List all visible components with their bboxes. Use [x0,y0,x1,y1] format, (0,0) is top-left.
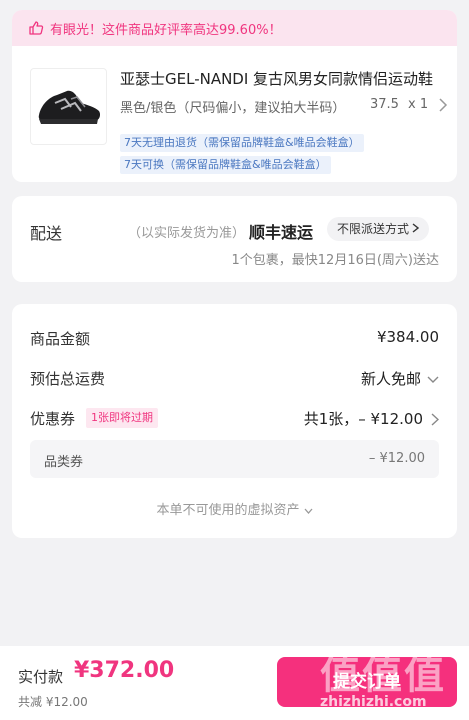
chevron-right-icon[interactable] [438,98,448,112]
product-image[interactable] [30,68,107,145]
coupon-row[interactable]: 共1张，– ¥12.00 [304,408,439,429]
sneaker-image [38,90,101,124]
goods-amount-label: 商品金额 [30,330,91,348]
submit-order-button[interactable]: 提交订单 [277,657,457,707]
delivery-method-button[interactable]: 不限派送方式 [327,217,430,241]
shipping-fee-label: 预估总运费 [30,370,106,388]
coupon-label: 优惠券 [30,410,76,428]
exchange-policy-tag: 7天可换（需保留品牌鞋盒&唯品会鞋盒） [120,156,331,174]
chevron-right-icon [431,413,439,426]
coupon-value: 共1张，– ¥12.00 [303,410,423,428]
delivery-label: 配送 [30,224,63,243]
product-title[interactable]: 亚瑟士GEL-NANDI 复古风男女同款情侣运动鞋 [120,68,450,89]
delivery-note: （以实际发货为准） [128,226,246,241]
discount-total: 共减 ¥12.00 [18,695,88,709]
pay-label: 实付款 [18,668,64,686]
praise-text: 有眼光！这件商品好评率高达99.60%！ [50,22,282,38]
goods-amount-value: ¥384.00 [376,328,439,346]
chevron-down-icon [304,508,312,514]
delivery-eta: 1个包裹，最快12月16日(周六)送达 [231,253,440,268]
pay-amount: ¥372.00 [74,658,175,683]
delivery-card: 配送 （以实际发货为准） 顺丰速运 不限派送方式 1个包裹，最快12月16日(周… [12,196,457,282]
virtual-assets-label: 本单不可使用的虚拟资产 [156,503,300,518]
chevron-down-icon [427,376,439,383]
category-coupon-value: – ¥12.00 [368,451,425,466]
category-coupon-row: 品类券 – ¥12.00 [30,440,439,478]
delivery-method-label: 不限派送方式 [337,222,410,236]
coupon-expire-badge: 1张即将过期 [86,408,158,428]
praise-banner: 有眼光！这件商品好评率高达99.60%！ [12,10,457,46]
price-card: 商品金额 ¥384.00 预估总运费 新人免邮 优惠券 1张即将过期 共1张，–… [12,304,457,538]
shipping-fee-value: 新人免邮 [360,370,421,388]
product-size: 37.5 [370,97,399,112]
product-spec: 黑色/银色（尺码偏小，建议拍大半码） [120,101,346,116]
shipping-fee-row[interactable]: 新人免邮 [361,368,439,389]
checkout-bar: 实付款 ¥372.00 共减 ¥12.00 提交订单 [0,646,469,720]
chevron-right-icon [412,223,420,233]
product-card: 有眼光！这件商品好评率高达99.60%！ 亚瑟士GEL-NANDI 复古风男女同… [12,10,457,182]
product-quantity: x 1 [408,97,429,112]
virtual-assets-toggle[interactable]: 本单不可使用的虚拟资产 [12,499,457,518]
category-coupon-label: 品类券 [44,455,84,470]
return-policy-tag: 7天无理由退货（需保留品牌鞋盒&唯品会鞋盒） [120,134,364,152]
thumbs-up-icon [29,21,44,35]
delivery-carrier: 顺丰速运 [249,223,314,242]
